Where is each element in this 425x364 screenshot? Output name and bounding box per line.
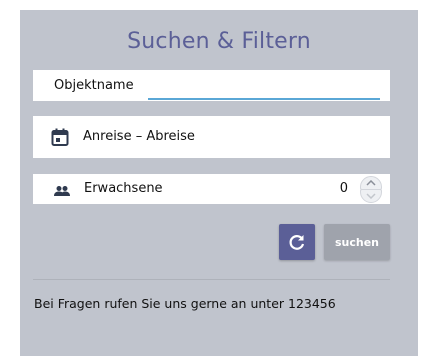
contact-info-text: Bei Fragen rufen Sie uns gerne an unter …: [34, 296, 336, 311]
reset-button[interactable]: [279, 224, 315, 260]
panel-title: Suchen & Filtern: [127, 29, 311, 54]
guests-field: Erwachsene 0: [33, 174, 390, 204]
adults-label: Erwachsene: [84, 181, 163, 196]
adults-stepper[interactable]: [360, 176, 382, 203]
object-name-input[interactable]: [148, 76, 380, 100]
object-name-field: Objektname: [33, 70, 390, 101]
date-range-field[interactable]: Anreise – Abreise: [33, 116, 390, 158]
object-name-label: Objektname: [54, 78, 134, 93]
decrement-button[interactable]: [360, 189, 382, 203]
increment-button[interactable]: [360, 176, 382, 190]
date-range-label: Anreise – Abreise: [83, 129, 195, 144]
divider: [33, 279, 390, 280]
people-icon: [54, 182, 70, 201]
refresh-icon: [289, 235, 305, 250]
search-filter-panel: Suchen & Filtern Objektname Anreise – Ab…: [20, 10, 418, 356]
search-button[interactable]: suchen: [324, 224, 390, 260]
chevron-up-icon: [366, 180, 376, 186]
chevron-down-icon: [366, 193, 376, 199]
calendar-icon: [51, 128, 69, 150]
adults-count: 0: [339, 181, 348, 196]
